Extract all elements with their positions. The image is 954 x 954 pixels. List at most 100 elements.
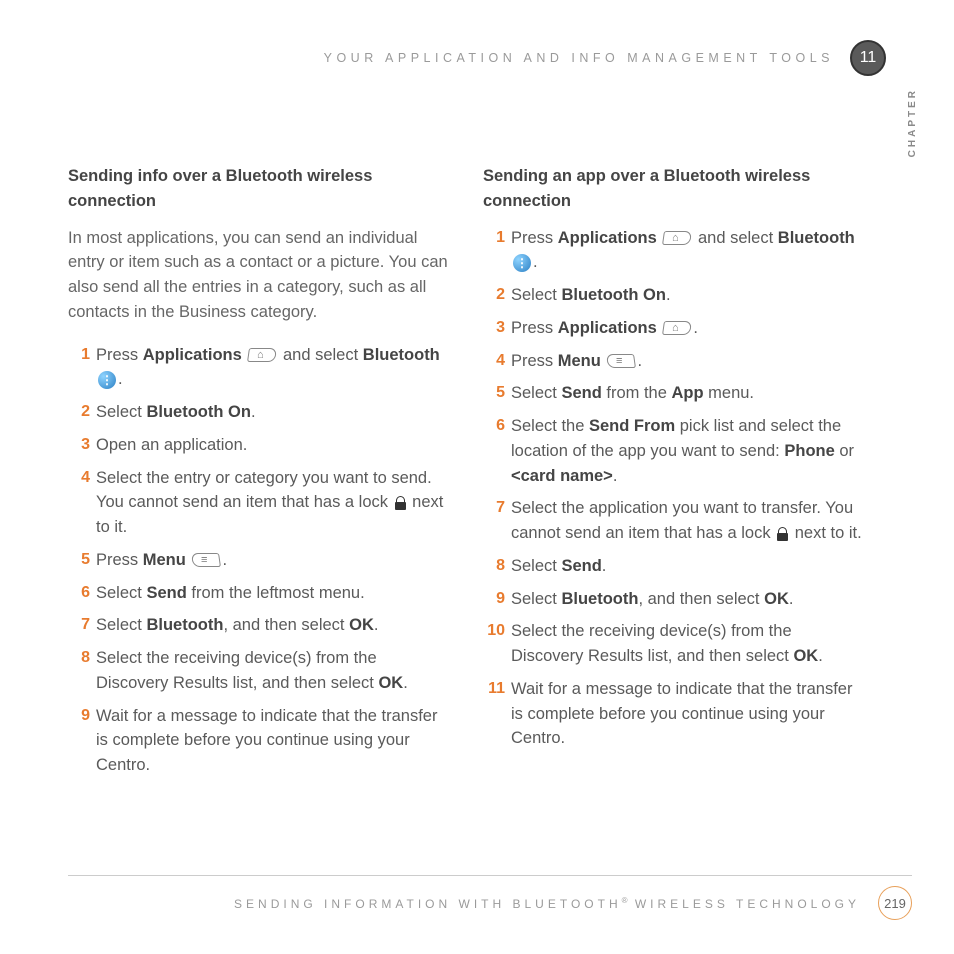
list-item: Select the receiving device(s) from the … bbox=[68, 646, 451, 696]
step-text: Press bbox=[511, 352, 558, 370]
step-text: Select the entry or category you want to… bbox=[96, 469, 432, 512]
list-item: Select the entry or category you want to… bbox=[68, 466, 451, 540]
step-text: . bbox=[666, 286, 671, 304]
step-text: , and then select bbox=[638, 590, 764, 608]
bold-text: Bluetooth bbox=[561, 590, 638, 608]
step-text: Select bbox=[511, 286, 561, 304]
applications-key-icon bbox=[663, 321, 691, 335]
bold-text: Bluetooth bbox=[363, 346, 440, 364]
footer-text-after: WIRELESS TECHNOLOGY bbox=[628, 897, 860, 911]
list-item: Select Bluetooth, and then select OK. bbox=[483, 587, 866, 612]
step-text: or bbox=[835, 442, 854, 460]
bold-text: OK bbox=[378, 674, 403, 692]
step-text: Select the receiving device(s) from the … bbox=[96, 649, 378, 692]
step-text: . bbox=[602, 557, 607, 575]
step-text: Select the bbox=[511, 417, 589, 435]
steps-right: Press Applications and select Bluetooth … bbox=[483, 226, 866, 752]
step-text: menu. bbox=[704, 384, 754, 402]
footer-divider bbox=[68, 875, 912, 876]
step-text: Select bbox=[96, 616, 146, 634]
step-text: Press bbox=[96, 346, 143, 364]
list-item: Select Bluetooth, and then select OK. bbox=[68, 613, 451, 638]
step-text: . bbox=[613, 467, 618, 485]
step-text: . bbox=[222, 551, 227, 569]
bold-text: Phone bbox=[784, 442, 834, 460]
step-text: . bbox=[374, 616, 379, 634]
step-text: Press bbox=[96, 551, 143, 569]
step-text: Select bbox=[96, 584, 146, 602]
left-column: Sending info over a Bluetooth wireless c… bbox=[68, 164, 451, 786]
step-text: from the bbox=[602, 384, 672, 402]
steps-left: Press Applications and select Bluetooth … bbox=[68, 343, 451, 778]
bold-text: Send bbox=[561, 384, 601, 402]
step-text: , and then select bbox=[223, 616, 349, 634]
bold-text: Menu bbox=[143, 551, 186, 569]
bold-text: Bluetooth On bbox=[146, 403, 250, 421]
page-footer: SENDING INFORMATION WITH BLUETOOTH® WIRE… bbox=[68, 875, 912, 920]
header-title: YOUR APPLICATION AND INFO MANAGEMENT TOO… bbox=[324, 51, 834, 65]
bold-text: OK bbox=[349, 616, 374, 634]
bluetooth-icon: ⋮ bbox=[513, 254, 531, 272]
step-text: . bbox=[693, 319, 698, 337]
bold-text: Applications bbox=[558, 229, 657, 247]
bold-text: Bluetooth On bbox=[561, 286, 665, 304]
step-text: Open an application. bbox=[96, 436, 247, 454]
list-item: Select Send. bbox=[483, 554, 866, 579]
intro-paragraph: In most applications, you can send an in… bbox=[68, 226, 451, 325]
manual-page: YOUR APPLICATION AND INFO MANAGEMENT TOO… bbox=[0, 0, 954, 954]
bold-text: Bluetooth bbox=[146, 616, 223, 634]
bold-text: OK bbox=[764, 590, 789, 608]
bold-text: <card name> bbox=[511, 467, 613, 485]
step-text: Select bbox=[511, 384, 561, 402]
step-text: Wait for a message to indicate that the … bbox=[511, 680, 852, 748]
list-item: Select the Send From pick list and selec… bbox=[483, 414, 866, 488]
step-text: . bbox=[818, 647, 823, 665]
content-columns: Sending info over a Bluetooth wireless c… bbox=[68, 164, 866, 786]
bold-text: Applications bbox=[558, 319, 657, 337]
section-title-right: Sending an app over a Bluetooth wireless… bbox=[483, 164, 866, 214]
bold-text: Applications bbox=[143, 346, 242, 364]
bold-text: Send bbox=[146, 584, 186, 602]
list-item: Press Applications and select Bluetooth … bbox=[483, 226, 866, 276]
bold-text: Send bbox=[561, 557, 601, 575]
step-text: . bbox=[533, 253, 538, 271]
bold-text: App bbox=[672, 384, 704, 402]
chapter-label: CHAPTER bbox=[907, 88, 918, 157]
list-item: Select Bluetooth On. bbox=[68, 400, 451, 425]
section-title-left: Sending info over a Bluetooth wireless c… bbox=[68, 164, 451, 214]
step-text: Select the receiving device(s) from the … bbox=[511, 622, 793, 665]
bluetooth-icon: ⋮ bbox=[98, 371, 116, 389]
chapter-number-badge: 11 bbox=[850, 40, 886, 76]
step-text: and select bbox=[698, 229, 778, 247]
list-item: Select the application you want to trans… bbox=[483, 496, 866, 546]
lock-icon bbox=[777, 527, 788, 541]
step-text: Select bbox=[511, 557, 561, 575]
footer-content: SENDING INFORMATION WITH BLUETOOTH® WIRE… bbox=[68, 886, 912, 920]
step-text: . bbox=[637, 352, 642, 370]
list-item: Wait for a message to indicate that the … bbox=[483, 677, 866, 751]
bold-text: Bluetooth bbox=[778, 229, 855, 247]
list-item: Select the receiving device(s) from the … bbox=[483, 619, 866, 669]
footer-title: SENDING INFORMATION WITH BLUETOOTH® WIRE… bbox=[234, 896, 860, 911]
list-item: Press Menu . bbox=[68, 548, 451, 573]
list-item: Select Send from the leftmost menu. bbox=[68, 581, 451, 606]
step-text: from the leftmost menu. bbox=[187, 584, 365, 602]
step-text: Wait for a message to indicate that the … bbox=[96, 707, 437, 775]
applications-key-icon bbox=[663, 231, 691, 245]
list-item: Press Applications and select Bluetooth … bbox=[68, 343, 451, 393]
list-item: Select Send from the App menu. bbox=[483, 381, 866, 406]
step-text: Select bbox=[96, 403, 146, 421]
bold-text: Menu bbox=[558, 352, 601, 370]
step-text: and select bbox=[283, 346, 363, 364]
bold-text: OK bbox=[793, 647, 818, 665]
bold-text: Send From bbox=[589, 417, 675, 435]
step-text: . bbox=[789, 590, 794, 608]
step-text: next to it. bbox=[790, 524, 862, 542]
right-column: Sending an app over a Bluetooth wireless… bbox=[483, 164, 866, 786]
list-item: Select Bluetooth On. bbox=[483, 283, 866, 308]
footer-text-before: SENDING INFORMATION WITH BLUETOOTH bbox=[234, 897, 622, 911]
step-text: . bbox=[118, 370, 123, 388]
lock-icon bbox=[395, 496, 406, 510]
list-item: Press Menu . bbox=[483, 349, 866, 374]
list-item: Press Applications . bbox=[483, 316, 866, 341]
